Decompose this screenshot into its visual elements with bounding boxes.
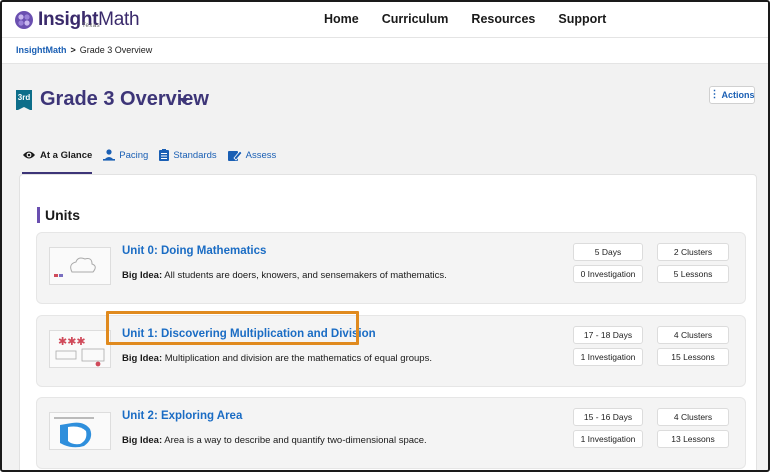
logo-mark-icon: [15, 11, 33, 29]
nav-resources[interactable]: Resources: [471, 12, 535, 26]
insightmath-logo[interactable]: InsightMath: [14, 8, 140, 32]
cloud-sketch-icon: [54, 257, 96, 277]
nav-support[interactable]: Support: [558, 12, 606, 26]
tab-at-a-glance[interactable]: At a Glance: [22, 147, 93, 174]
tab-standards[interactable]: Standards: [159, 147, 217, 163]
units-panel: Units Unit 0: Doing Mathematics Big Idea…: [19, 174, 757, 470]
unit-0-lessons: 5 Lessons: [657, 265, 729, 283]
actions-label: Actions: [721, 90, 755, 100]
chevron-down-icon[interactable]: [179, 98, 189, 104]
unit-1-investigations: 1 Investigation: [573, 348, 643, 366]
eye-icon: [22, 150, 36, 160]
unit-0-big-idea: Big Idea: All students are doers, knower…: [122, 270, 447, 281]
app-window: InsightMath Texas Home Curriculum Resour…: [0, 0, 770, 472]
unit-1-days: 17 - 18 Days: [573, 326, 643, 344]
unit-2-investigations: 1 Investigation: [573, 430, 643, 448]
unit-0-title-link[interactable]: Unit 0: Doing Mathematics: [122, 245, 266, 257]
brand-subtitle: Texas: [82, 23, 101, 29]
tab-assess[interactable]: Assess: [227, 147, 277, 163]
unit-1-title-link[interactable]: Unit 1: Discovering Multiplication and D…: [122, 328, 376, 340]
top-nav: InsightMath Texas Home Curriculum Resour…: [2, 2, 768, 38]
unit-2-lessons: 13 Lessons: [657, 430, 729, 448]
nav-curriculum[interactable]: Curriculum: [382, 12, 449, 26]
equal-groups-sketch-icon: ✱✱✱: [55, 335, 105, 367]
unit-0-days: 5 Days: [573, 243, 643, 261]
breadcrumb-separator: >: [70, 45, 76, 55]
unit-0-clusters: 2 Clusters: [657, 243, 729, 261]
assess-pencil-icon: [227, 149, 242, 161]
unit-1-clusters: 4 Clusters: [657, 326, 729, 344]
unit-2-days: 15 - 16 Days: [573, 408, 643, 426]
breadcrumb-current: Grade 3 Overview: [79, 45, 153, 55]
unit-1-lessons: 15 Lessons: [657, 348, 729, 366]
unit-card-0[interactable]: Unit 0: Doing Mathematics Big Idea: All …: [36, 232, 746, 304]
breadcrumb-bar: InsightMath > Grade 3 Overview: [2, 38, 768, 64]
main-nav: Home Curriculum Resources Support: [324, 12, 629, 26]
person-pacing-icon: [103, 149, 116, 161]
svg-text:✱✱✱: ✱✱✱: [58, 335, 86, 348]
tab-label: Assess: [245, 149, 277, 161]
unit-2-clusters: 4 Clusters: [657, 408, 729, 426]
tab-bar: At a Glance Pacing Standards Assess: [22, 147, 287, 174]
unit-2-big-idea: Big Idea: Area is a way to describe and …: [122, 435, 427, 446]
unit-1-big-idea: Big Idea: Multiplication and division ar…: [122, 353, 432, 364]
tab-pacing[interactable]: Pacing: [103, 147, 148, 163]
area-shape-sketch-icon: [54, 417, 94, 448]
tab-label: Pacing: [119, 149, 149, 161]
units-heading: Units: [45, 207, 80, 223]
grade-badge: 3rd: [16, 90, 32, 111]
clipboard-icon: [159, 149, 170, 161]
unit-0-thumbnail[interactable]: [49, 247, 111, 285]
kebab-icon: ⋮: [709, 89, 720, 100]
unit-1-thumbnail[interactable]: ✱✱✱: [49, 330, 111, 368]
unit-card-1[interactable]: ✱✱✱ Unit 1: Discovering Multiplication a…: [36, 315, 746, 387]
unit-2-thumbnail[interactable]: [49, 412, 111, 450]
actions-button[interactable]: ⋮ Actions: [709, 86, 755, 104]
tab-label: At a Glance: [40, 149, 93, 161]
breadcrumb: InsightMath > Grade 3 Overview: [16, 45, 152, 55]
unit-card-2[interactable]: Unit 2: Exploring Area Big Idea: Area is…: [36, 397, 746, 469]
unit-2-title-link[interactable]: Unit 2: Exploring Area: [122, 410, 242, 422]
unit-0-investigations: 0 Investigation: [573, 265, 643, 283]
nav-home[interactable]: Home: [324, 12, 359, 26]
tab-label: Standards: [173, 149, 217, 161]
units-accent-bar: [37, 207, 40, 223]
breadcrumb-root-link[interactable]: InsightMath: [16, 45, 67, 55]
